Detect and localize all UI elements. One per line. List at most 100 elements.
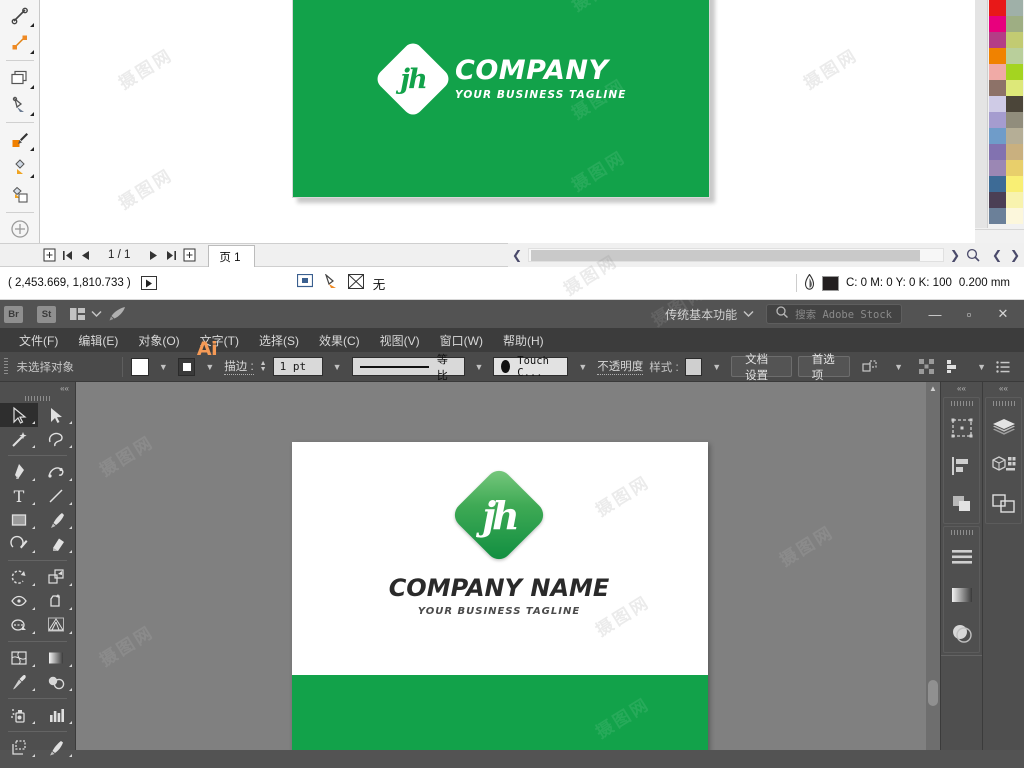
workspace-switcher[interactable]: 传统基本功能 — [665, 306, 754, 323]
palette-swatch[interactable] — [1006, 16, 1023, 32]
lasso-tool[interactable] — [38, 427, 76, 451]
palette-scrollbar[interactable] — [975, 0, 988, 228]
palette-swatch[interactable] — [1006, 208, 1023, 224]
screen-preview-icon[interactable] — [296, 273, 313, 292]
adobe-stock-search[interactable]: 搜索 Adobe Stock — [766, 304, 902, 324]
ai-logo-group[interactable]: jh COMPANY NAME YOUR BUSINESS TAGLINE — [292, 465, 708, 617]
toolpanel-grip[interactable] — [0, 394, 75, 403]
chevron-down-icon[interactable] — [743, 307, 754, 321]
smart-fill-tool[interactable] — [3, 181, 37, 209]
controlbar-grip[interactable] — [4, 357, 8, 376]
paragraph-panel-icon[interactable] — [944, 538, 979, 576]
add-page-after-button[interactable] — [180, 245, 198, 265]
dimension-tool[interactable] — [3, 2, 37, 30]
eyedropper-tool[interactable] — [0, 670, 38, 694]
corel-artboard[interactable]: jh COMPANY YOUR BUSINESS TAGLINE 摄图网 摄图网… — [292, 0, 710, 198]
palette-swatch[interactable] — [1006, 48, 1023, 64]
dock-collapse-button[interactable]: «« — [941, 382, 982, 395]
layers-panel-icon[interactable] — [986, 409, 1021, 447]
chevron-down-icon[interactable]: ▼ — [329, 362, 346, 372]
scroll-up-icon[interactable]: ▲ — [926, 382, 940, 395]
play-button[interactable] — [140, 276, 157, 290]
palette-swatch[interactable] — [989, 80, 1006, 96]
palette-swatch[interactable] — [989, 32, 1006, 48]
previous-page-button[interactable] — [76, 245, 94, 265]
eraser-tool[interactable] — [38, 532, 76, 556]
pathfinder-panel-icon[interactable] — [944, 485, 979, 523]
chevron-down-icon[interactable]: ▼ — [201, 362, 218, 372]
palette-swatch[interactable] — [1006, 144, 1023, 160]
chevron-down-icon[interactable] — [91, 310, 102, 318]
perspective-grid-tool[interactable] — [38, 613, 76, 637]
palette-swatch[interactable] — [989, 48, 1006, 64]
toolpanel-collapse-button[interactable]: «« — [0, 382, 75, 394]
rocket-icon[interactable] — [108, 306, 127, 322]
fill-color-swatch[interactable] — [131, 357, 149, 376]
chevron-down-icon[interactable]: ▼ — [471, 362, 488, 372]
stroke-color-swatch[interactable] — [177, 357, 196, 376]
palette-swatch[interactable] — [1006, 96, 1023, 112]
palette-swatch[interactable] — [1006, 64, 1023, 80]
symbol-sprayer-tool[interactable] — [0, 703, 38, 727]
palette-swatch[interactable] — [1006, 112, 1023, 128]
palette-swatch[interactable] — [989, 64, 1006, 80]
preferences-button[interactable]: 首选项 — [797, 354, 851, 382]
arrange-documents-icon[interactable] — [70, 307, 85, 321]
menu-item-8[interactable]: 帮助(H) — [494, 329, 553, 352]
stroke-weight-stepper[interactable]: ▲ ▼ — [260, 360, 267, 373]
direct-selection-tool[interactable] — [38, 403, 76, 427]
palette-swatch[interactable] — [989, 128, 1006, 144]
palette-swatch[interactable] — [1006, 176, 1023, 192]
align-panel-icon[interactable] — [944, 447, 979, 485]
graphic-style-swatch[interactable] — [684, 357, 703, 376]
pen-tool[interactable] — [0, 460, 38, 484]
nav-prev-icon[interactable]: ❮ — [988, 245, 1006, 265]
line-segment-tool[interactable] — [38, 484, 76, 508]
artboards-panel-icon[interactable] — [986, 485, 1021, 523]
slice-tool[interactable] — [38, 736, 76, 760]
minimize-button[interactable]: — — [918, 301, 952, 327]
bridge-button[interactable]: Br — [4, 305, 23, 323]
scale-tool[interactable] — [38, 565, 76, 589]
eyedropper-tool[interactable] — [3, 126, 37, 154]
hscroll-thumb[interactable] — [531, 250, 921, 261]
dock-grip[interactable] — [986, 398, 1021, 409]
palette-swatch[interactable] — [989, 160, 1006, 176]
hscroll-track[interactable] — [528, 248, 944, 262]
vscroll-thumb[interactable] — [928, 680, 938, 706]
fill-tool[interactable] — [3, 92, 37, 120]
next-page-button[interactable] — [144, 245, 162, 265]
palette-swatch[interactable] — [1006, 0, 1023, 16]
rotate-tool[interactable] — [0, 565, 38, 589]
opacity-label[interactable]: 不透明度 — [597, 358, 644, 375]
zoom-fit-icon[interactable] — [964, 245, 982, 265]
stock-button[interactable]: St — [37, 305, 56, 323]
ai-vertical-scrollbar[interactable]: ▲ — [926, 382, 940, 750]
transparency-panel-icon[interactable] — [944, 614, 979, 652]
paintbrush-tool[interactable] — [38, 508, 76, 532]
curvature-tool[interactable] — [38, 460, 76, 484]
palette-swatch[interactable] — [989, 144, 1006, 160]
interactive-fill-tool[interactable] — [3, 154, 37, 182]
palette-footer[interactable] — [975, 229, 1024, 243]
fill-color-icon[interactable] — [322, 273, 339, 292]
chevron-down-icon[interactable]: ▼ — [708, 362, 725, 372]
scroll-left-icon[interactable]: ❮ — [508, 245, 526, 265]
width-tool[interactable] — [0, 589, 38, 613]
type-tool[interactable]: T — [0, 484, 38, 508]
corel-logo-group[interactable]: jh COMPANY YOUR BUSINESS TAGLINE — [373, 39, 627, 119]
gradient-panel-icon[interactable] — [944, 576, 979, 614]
ai-canvas[interactable]: jh COMPANY NAME YOUR BUSINESS TAGLINE 摄图… — [76, 382, 940, 750]
transform-panel-icon[interactable] — [944, 409, 979, 447]
scroll-right-icon[interactable]: ❯ — [946, 245, 964, 265]
maximize-button[interactable]: ▫ — [952, 301, 986, 327]
palette-swatch[interactable] — [989, 96, 1006, 112]
selection-tool[interactable] — [0, 403, 38, 427]
ai-artboard[interactable]: jh COMPANY NAME YOUR BUSINESS TAGLINE 摄图… — [292, 442, 708, 750]
column-graph-tool[interactable] — [38, 703, 76, 727]
corel-horizontal-scrollbar[interactable]: ❮ ❯ ❮ ❯ — [508, 243, 1024, 267]
artboard-tool[interactable] — [0, 736, 38, 760]
magic-wand-tool[interactable] — [0, 427, 38, 451]
mesh-tool[interactable] — [0, 646, 38, 670]
first-page-button[interactable] — [58, 245, 76, 265]
